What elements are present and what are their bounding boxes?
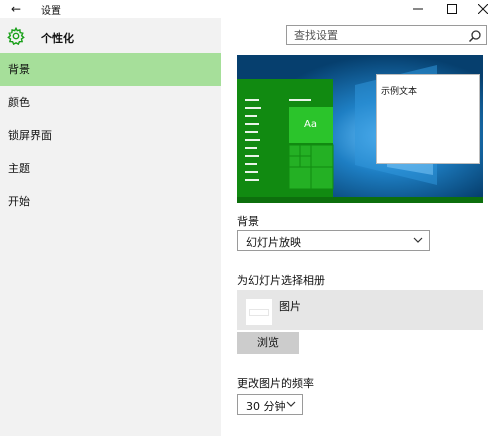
title-bar: ← 设置 xyxy=(0,0,499,18)
album-folder-name: 图片 xyxy=(279,300,301,313)
background-label: 背景 xyxy=(237,215,259,228)
frequency-dropdown[interactable]: 30 分钟 xyxy=(237,394,303,415)
close-button[interactable] xyxy=(466,0,499,18)
window-title: 设置 xyxy=(41,6,61,17)
maximize-icon xyxy=(447,4,457,14)
search-icon[interactable] xyxy=(468,29,482,43)
album-label: 为幻灯片选择相册 xyxy=(237,274,325,287)
back-arrow-icon[interactable]: ← xyxy=(8,1,24,17)
sidebar-item-label: 主题 xyxy=(8,162,30,175)
sidebar-item-label: 锁屏界面 xyxy=(8,129,52,142)
sidebar-item-background[interactable]: 背景 xyxy=(0,53,221,86)
sidebar-item-start[interactable]: 开始 xyxy=(0,185,221,218)
frequency-value: 30 分钟 xyxy=(246,400,286,413)
search-input[interactable] xyxy=(287,26,463,44)
maximize-button[interactable] xyxy=(435,0,469,18)
frequency-label: 更改图片的频率 xyxy=(237,377,314,390)
tile-label: Aa xyxy=(304,119,317,130)
chevron-down-icon xyxy=(413,237,423,243)
gear-icon xyxy=(7,27,25,45)
sidebar-item-lock-screen[interactable]: 锁屏界面 xyxy=(0,119,221,152)
minimize-icon xyxy=(413,8,423,10)
browse-button[interactable]: 浏览 xyxy=(237,332,299,354)
chevron-down-icon xyxy=(286,401,296,407)
background-preview: Aa 示例文本 xyxy=(237,55,483,203)
page-title: 个性化 xyxy=(41,32,74,45)
sidebar-item-label: 背景 xyxy=(8,63,30,76)
sidebar-item-themes[interactable]: 主题 xyxy=(0,152,221,185)
sidebar-item-colors[interactable]: 颜色 xyxy=(0,86,221,119)
close-icon xyxy=(477,3,489,15)
folder-icon xyxy=(249,309,269,316)
sidebar-item-label: 颜色 xyxy=(8,96,30,109)
background-dropdown[interactable]: 幻灯片放映 xyxy=(237,230,430,251)
minimize-button[interactable] xyxy=(401,0,435,18)
background-value: 幻灯片放映 xyxy=(246,236,301,249)
search-box[interactable] xyxy=(286,25,487,45)
sample-text: 示例文本 xyxy=(381,87,418,97)
album-folder-item[interactable] xyxy=(237,290,483,330)
sidebar-item-label: 开始 xyxy=(8,195,30,208)
